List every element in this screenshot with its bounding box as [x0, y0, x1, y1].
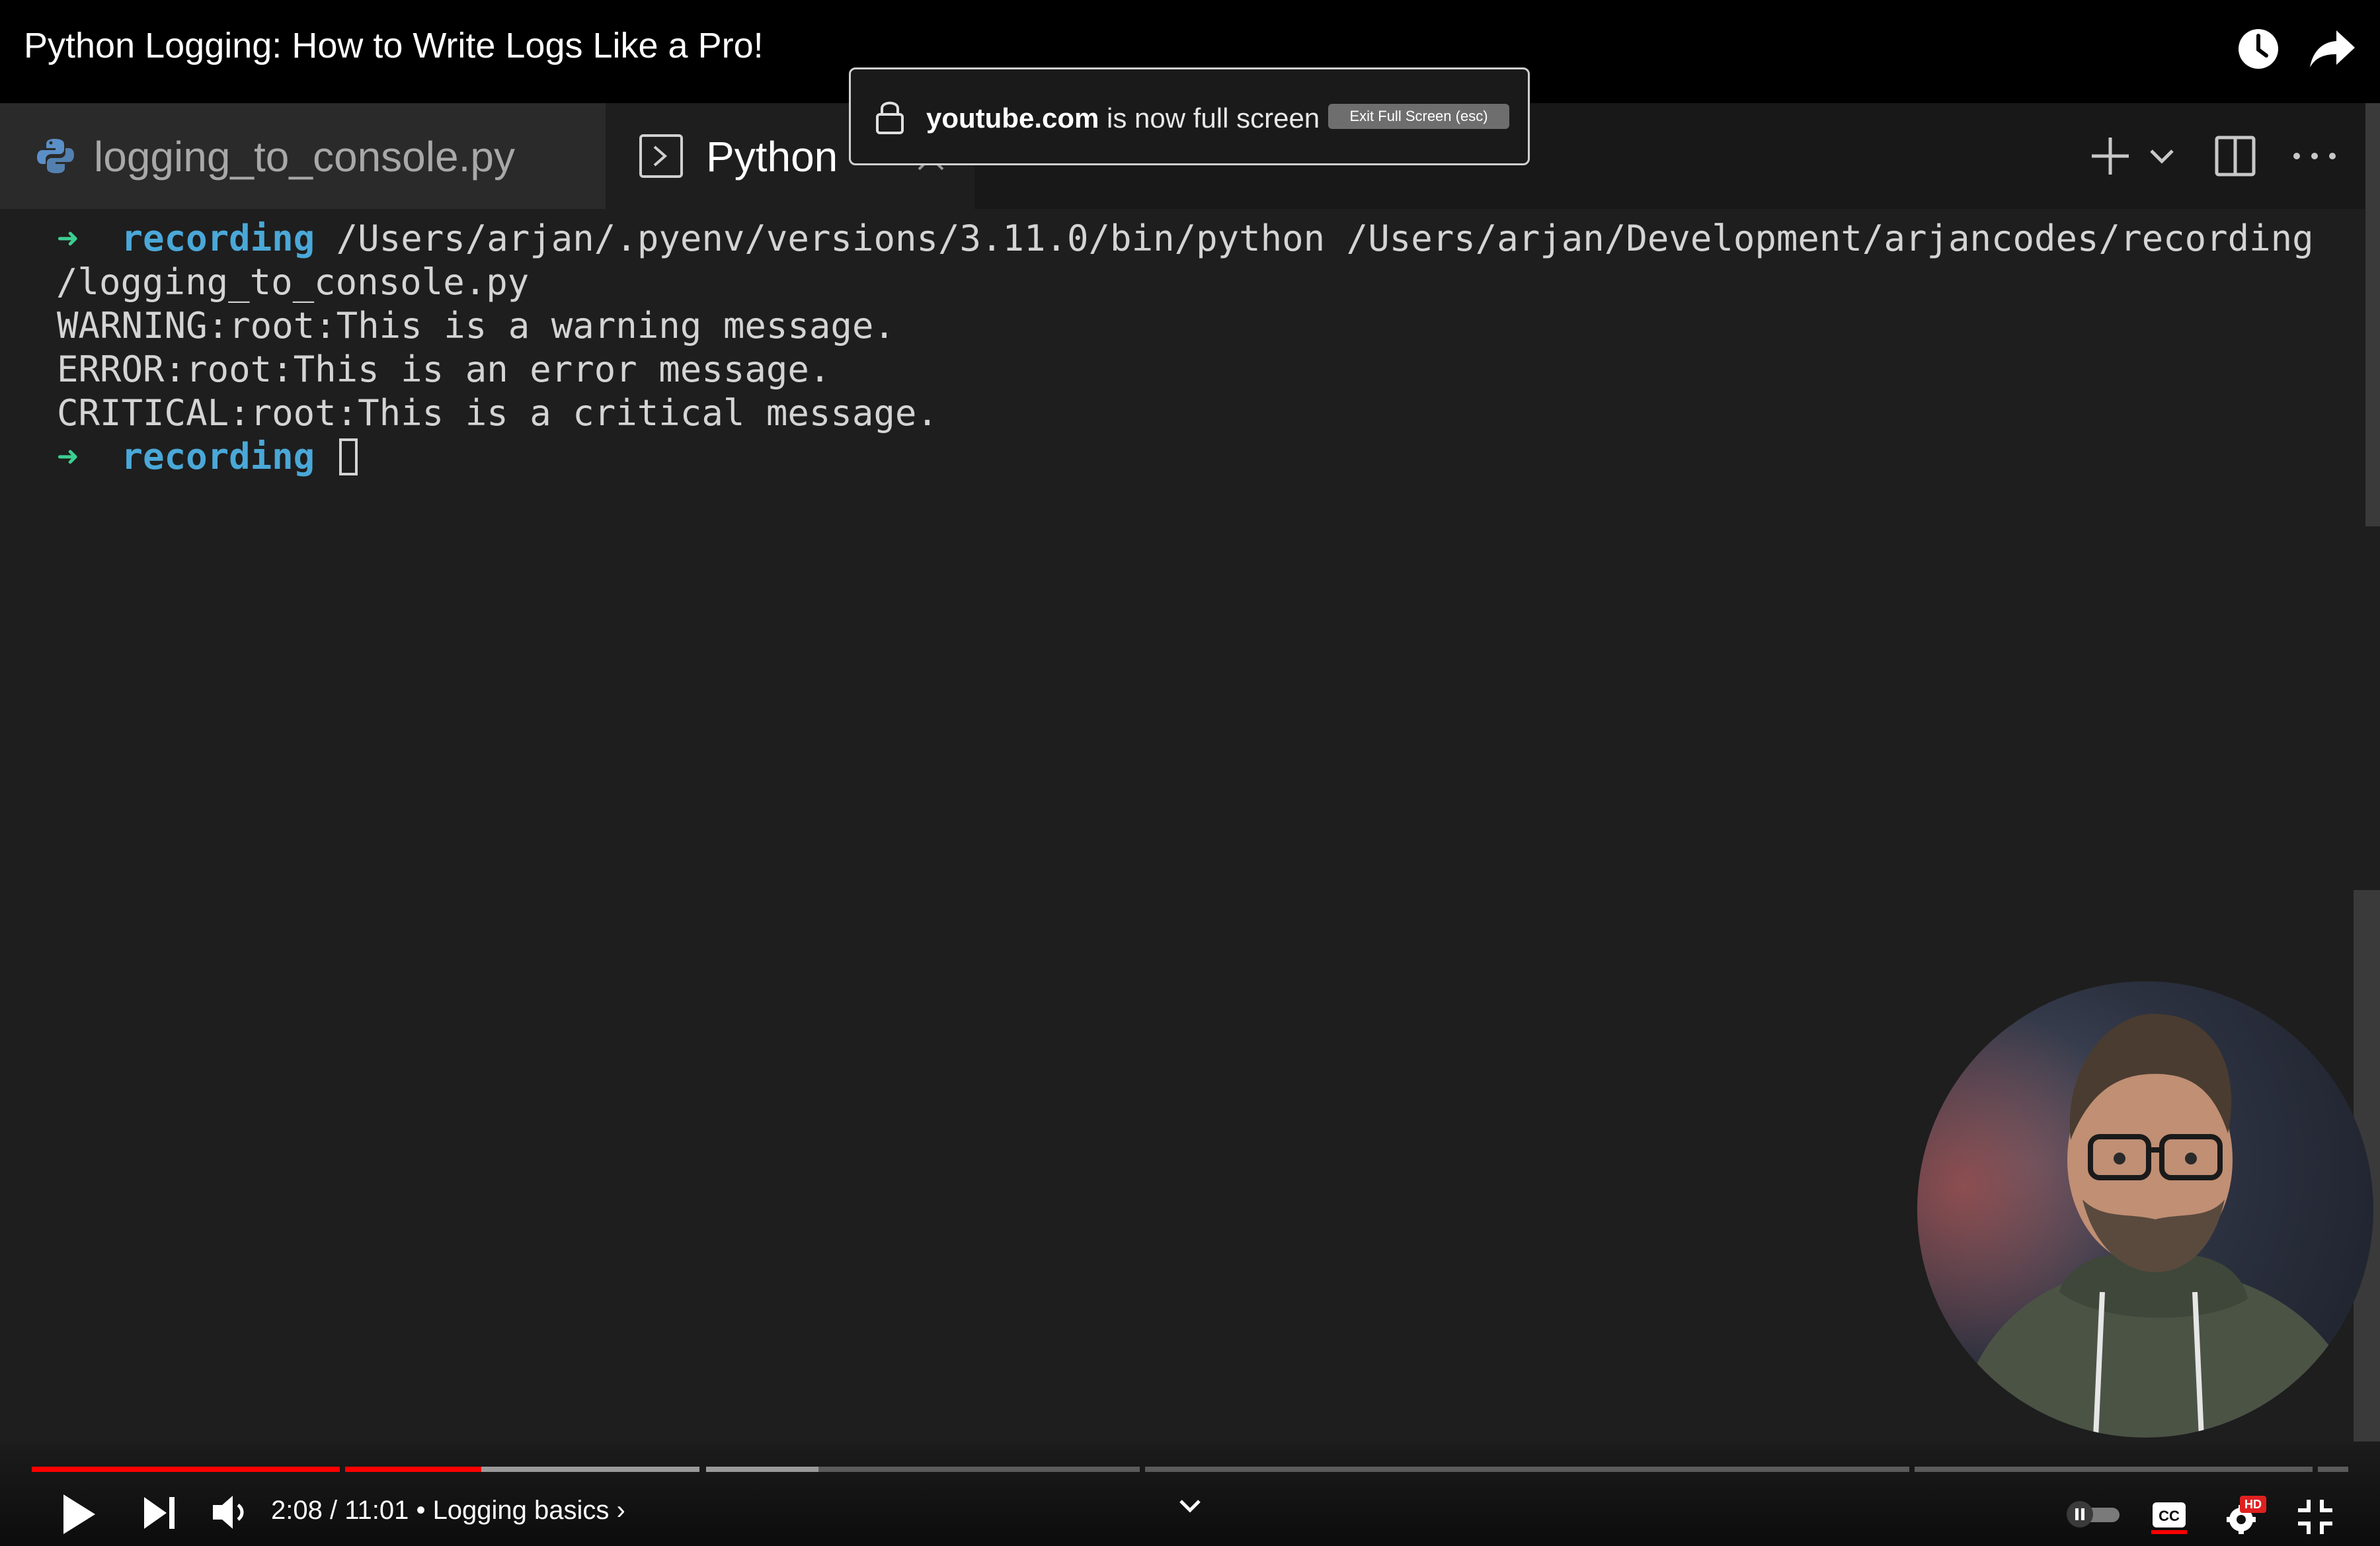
fullscreen-text: is now full screen — [1099, 102, 1320, 134]
chapter-title[interactable]: Logging basics — [433, 1496, 610, 1525]
video-title[interactable]: Python Logging: How to Write Logs Like a… — [24, 25, 764, 66]
lock-icon — [876, 101, 904, 134]
exit-fullscreen-button[interactable]: Exit Full Screen (esc) — [1328, 104, 1509, 129]
progress-bar[interactable] — [32, 1467, 2348, 1472]
exit-fullscreen-icon[interactable] — [2294, 1496, 2336, 1538]
command-continuation: /logging_to_console.py — [56, 261, 530, 303]
progress-segment[interactable] — [818, 1467, 1140, 1472]
progress-segment[interactable] — [481, 1467, 699, 1472]
chapter-chevron[interactable]: › — [609, 1496, 625, 1525]
fullscreen-domain: youtube.com — [926, 102, 1099, 134]
prompt-directory: recording — [121, 436, 315, 477]
terminal-icon — [639, 134, 683, 178]
progress-segment[interactable] — [32, 1467, 340, 1472]
progress-segment[interactable] — [706, 1467, 818, 1472]
command-text: /Users/arjan/.pyenv/versions/3.11.0/bin/… — [336, 218, 2314, 259]
add-terminal-icon[interactable] — [2086, 132, 2134, 180]
volume-icon[interactable] — [210, 1492, 253, 1533]
presenter-image — [1917, 981, 2373, 1438]
log-line-critical: CRITICAL:root:This is a critical message… — [57, 392, 938, 434]
progress-segment[interactable] — [1915, 1467, 2313, 1472]
captions-icon[interactable]: CC — [2151, 1497, 2187, 1534]
fullscreen-message: youtube.com is now full screen — [926, 102, 1320, 134]
fullscreen-notice: youtube.com is now full screen Exit Full… — [849, 67, 1530, 165]
time-display: 2:08 / 11:01 • Logging basics › — [271, 1496, 625, 1526]
prompt-directory: recording — [121, 218, 315, 259]
terminal-cursor — [338, 438, 358, 475]
python-icon — [37, 139, 74, 173]
tab-logging-to-console[interactable]: logging_to_console.py — [0, 103, 606, 209]
presenter-webcam — [1917, 981, 2373, 1438]
chevron-down-icon[interactable] — [1175, 1494, 1205, 1518]
watch-later-icon[interactable] — [2236, 26, 2281, 71]
play-icon[interactable] — [58, 1490, 98, 1538]
terminal-command-line: ➜ recording /Users/arjan/.pyenv/versions… — [57, 217, 2314, 261]
log-line-error: ERROR:root:This is an error message. — [57, 348, 831, 390]
autoplay-toggle-icon[interactable] — [2065, 1500, 2121, 1529]
split-terminal-icon[interactable] — [2213, 132, 2257, 180]
captions-active-indicator — [2151, 1530, 2187, 1534]
progress-segment[interactable] — [2318, 1467, 2348, 1472]
time-current-total: 2:08 / 11:01 — [271, 1496, 409, 1525]
terminal-output: ➜ recording /Users/arjan/.pyenv/versions… — [56, 217, 2314, 479]
terminal-prompt-line: ➜ recording — [57, 435, 2314, 479]
scrollbar[interactable] — [2365, 103, 2380, 526]
hd-badge: HD — [2240, 1496, 2266, 1513]
progress-segment[interactable] — [1145, 1467, 1909, 1472]
player-controls: 2:08 / 11:01 • Logging basics › CC HD — [0, 1442, 2380, 1546]
log-line-warning: WARNING:root:This is a warning message. — [57, 305, 895, 346]
tab-label: Python — [706, 133, 838, 181]
chevron-down-icon[interactable] — [2146, 132, 2178, 180]
next-video-icon[interactable] — [141, 1493, 178, 1533]
chapter-separator: • — [409, 1496, 433, 1525]
more-actions-icon[interactable] — [2291, 132, 2338, 180]
share-icon[interactable] — [2307, 26, 2358, 71]
svg-text:CC: CC — [2159, 1508, 2180, 1524]
progress-segment[interactable] — [345, 1467, 481, 1472]
prompt-arrow: ➜ — [57, 218, 79, 259]
prompt-arrow: ➜ — [57, 436, 79, 477]
tab-label: logging_to_console.py — [94, 133, 515, 181]
